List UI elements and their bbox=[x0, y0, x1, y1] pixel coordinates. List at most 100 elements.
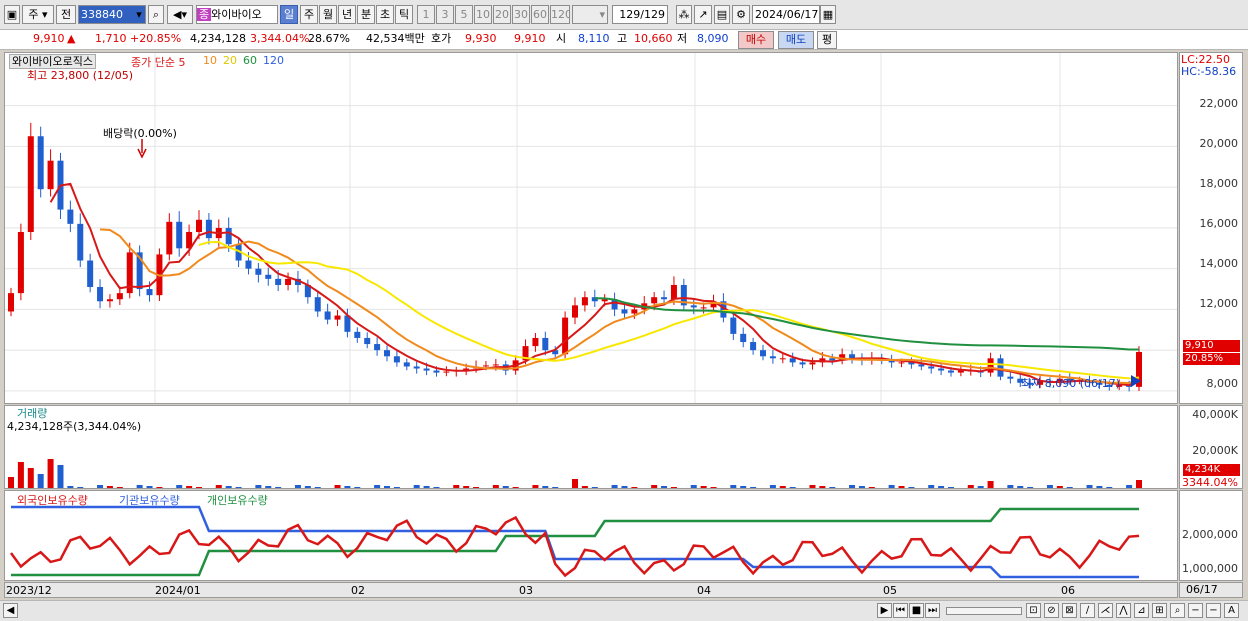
low-label: 저 bbox=[677, 32, 688, 45]
scroll-left-icon[interactable]: ◀ bbox=[3, 603, 18, 618]
date-label: 04 bbox=[697, 584, 711, 597]
interval-30[interactable]: 30 bbox=[512, 5, 530, 24]
volume-bar bbox=[196, 487, 202, 488]
volume-bar bbox=[1116, 488, 1122, 489]
code-dropdown-icon[interactable]: ▾ bbox=[132, 6, 146, 23]
volume-bar bbox=[720, 488, 726, 489]
sell-button[interactable]: 매도 bbox=[778, 31, 814, 49]
date-label: 06 bbox=[1061, 584, 1075, 597]
interval-custom-select[interactable]: ▾ bbox=[572, 5, 608, 24]
search-icon[interactable]: ⌕ bbox=[148, 5, 164, 24]
avg-button[interactable]: 평 bbox=[817, 31, 837, 49]
holders-tick: 1,000,000 bbox=[1182, 562, 1238, 575]
interval-20[interactable]: 20 bbox=[493, 5, 511, 24]
volume-bar bbox=[938, 486, 945, 488]
draw-tool-icon[interactable]: ↗ bbox=[694, 5, 712, 24]
candle-body bbox=[106, 299, 113, 302]
candle-body bbox=[37, 136, 44, 190]
legend-ma10: 10 bbox=[203, 54, 217, 67]
price-chart-panel[interactable]: 와이바이오로직스 종가 단순 5 10 20 60 120 최고 23,800 … bbox=[4, 52, 1178, 404]
candle-body bbox=[730, 317, 737, 334]
volume-bar bbox=[225, 486, 232, 488]
volume-bar bbox=[47, 459, 54, 488]
period-minute[interactable]: 분 bbox=[357, 5, 375, 24]
volume-panel[interactable]: 거래량 4,234,128주(3,344.04%) bbox=[4, 405, 1178, 489]
volume-bar bbox=[404, 488, 410, 489]
last-date: 06/17 bbox=[1179, 582, 1243, 598]
gear-icon[interactable]: ⚙ bbox=[732, 5, 750, 24]
zoom-icon[interactable]: ⌕ bbox=[1170, 603, 1185, 618]
legend-foreign: 외국인보유수량 bbox=[17, 494, 88, 507]
tool-icon[interactable]: ⊿ bbox=[1134, 603, 1149, 618]
up-arrow-icon: ▲ bbox=[67, 32, 76, 45]
minus-icon[interactable]: − bbox=[1188, 603, 1203, 618]
candle-body bbox=[948, 370, 954, 373]
tool-icon[interactable]: ⋌ bbox=[1098, 603, 1113, 618]
tool-icon[interactable]: ⊘ bbox=[1044, 603, 1059, 618]
buy-button[interactable]: 매수 bbox=[738, 31, 774, 49]
volume-bar bbox=[245, 488, 251, 489]
tool-icon[interactable]: ⋀ bbox=[1116, 603, 1131, 618]
interval-1[interactable]: 1 bbox=[417, 5, 435, 24]
volume-pct: 3,344.04% bbox=[250, 32, 310, 45]
count-field[interactable]: 129/129 bbox=[612, 5, 668, 24]
period-second[interactable]: 초 bbox=[376, 5, 394, 24]
scroll-right-icon[interactable]: ▶ bbox=[877, 603, 892, 618]
period-type-select[interactable]: 주 ▾ bbox=[22, 5, 54, 24]
tool-icon[interactable]: ⊡ bbox=[1026, 603, 1041, 618]
first-page-icon[interactable]: ⏮ bbox=[893, 603, 908, 618]
last-page-icon[interactable]: ⏭ bbox=[925, 603, 940, 618]
volume-bar bbox=[602, 488, 608, 489]
font-size-icon[interactable]: A bbox=[1224, 603, 1239, 618]
current-price-tag: 9,910 bbox=[1183, 340, 1240, 352]
prev-button[interactable]: 전 bbox=[56, 5, 76, 24]
chart-menu-icon[interactable]: ▣ bbox=[4, 5, 20, 24]
high-label: 고 bbox=[617, 32, 628, 45]
high-price: 10,660 bbox=[634, 32, 673, 45]
interval-3[interactable]: 3 bbox=[436, 5, 454, 24]
volume-bar bbox=[492, 485, 499, 488]
volume-bar bbox=[146, 486, 153, 488]
candle-body bbox=[27, 136, 34, 232]
holders-panel[interactable]: 외국인보유수량 기관보유수량 개인보유수량 bbox=[4, 490, 1178, 581]
period-year[interactable]: 년 bbox=[338, 5, 356, 24]
interval-120[interactable]: 120 bbox=[550, 5, 570, 24]
period-tick[interactable]: 틱 bbox=[395, 5, 413, 24]
sound-icon[interactable]: ◀▾ bbox=[167, 5, 193, 24]
date-label: 02 bbox=[351, 584, 365, 597]
calendar-icon[interactable]: ▦ bbox=[820, 5, 836, 24]
volume-bar bbox=[829, 487, 836, 488]
volume-bar bbox=[849, 485, 856, 488]
minus-icon[interactable]: − bbox=[1206, 603, 1221, 618]
volume-bar bbox=[87, 488, 93, 489]
volume-bar bbox=[948, 487, 954, 488]
tool-icon[interactable]: ⊠ bbox=[1062, 603, 1077, 618]
volume-bar bbox=[374, 485, 381, 488]
volume-bar bbox=[839, 488, 845, 489]
interval-10[interactable]: 10 bbox=[474, 5, 492, 24]
period-type-label: 주 bbox=[28, 8, 39, 21]
volume-bar bbox=[127, 488, 133, 489]
open-price: 8,110 bbox=[578, 32, 610, 45]
stop-icon[interactable]: ■ bbox=[909, 603, 924, 618]
stock-name-field[interactable]: 종 와이바이오 bbox=[196, 5, 278, 24]
candle-body bbox=[423, 368, 430, 371]
zoom-slider[interactable] bbox=[946, 607, 1022, 615]
tool-icon[interactable]: ⊞ bbox=[1152, 603, 1167, 618]
date-field[interactable]: 2024/06/17 bbox=[752, 5, 820, 24]
period-week[interactable]: 주 bbox=[300, 5, 318, 24]
candle-body bbox=[562, 317, 569, 355]
interval-5[interactable]: 5 bbox=[455, 5, 473, 24]
volume-bar bbox=[1046, 485, 1053, 488]
period-day[interactable]: 일 bbox=[280, 5, 298, 24]
period-month[interactable]: 월 bbox=[319, 5, 337, 24]
volume-bar bbox=[304, 486, 311, 488]
save-icon[interactable]: ▤ bbox=[714, 5, 730, 24]
volume-bar bbox=[97, 485, 104, 488]
grid-icon[interactable]: ⁂ bbox=[676, 5, 692, 24]
volume-bar bbox=[997, 488, 1003, 489]
interval-60[interactable]: 60 bbox=[531, 5, 549, 24]
volume-bar bbox=[156, 487, 163, 488]
tool-icon[interactable]: ∕ bbox=[1080, 603, 1095, 618]
price-chart-svg bbox=[5, 53, 1177, 403]
